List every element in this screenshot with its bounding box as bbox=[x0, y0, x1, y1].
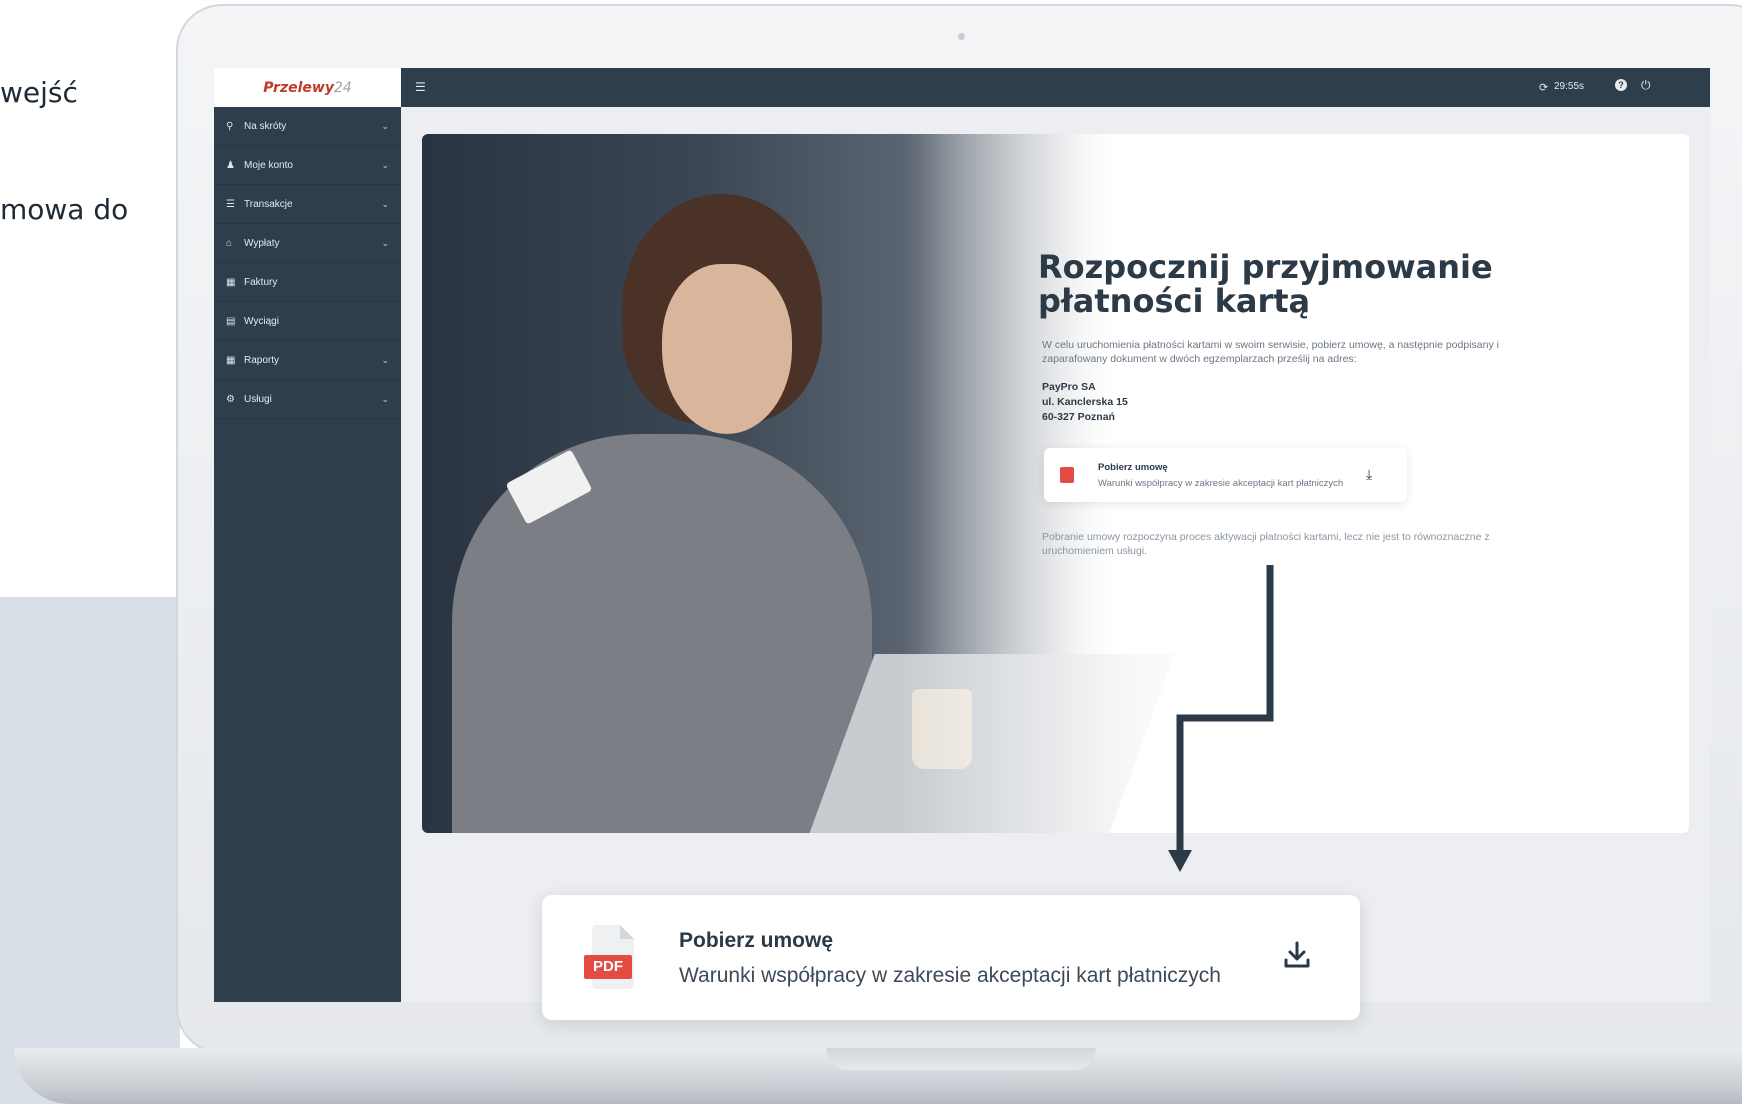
sidebar-item[interactable]: ▦ Faktury bbox=[214, 263, 401, 302]
sidebar-item-label: Raporty bbox=[244, 354, 280, 366]
background-panel bbox=[0, 597, 180, 1104]
calculator-icon: ▦ bbox=[226, 276, 236, 288]
background-text-line-1: wejść bbox=[0, 76, 78, 109]
address-street: ul. Kanclerska 15 bbox=[1042, 396, 1128, 408]
sidebar-item-label: Na skróty bbox=[244, 120, 287, 132]
map-marker-icon: ⚲ bbox=[226, 120, 234, 132]
sidebar-item[interactable]: ▦ Raporty ⌄ bbox=[214, 341, 401, 380]
address-city: 60-327 Poznań bbox=[1042, 411, 1115, 423]
refresh-icon[interactable]: ⟳ bbox=[1539, 81, 1548, 94]
sidebar-item[interactable]: ⌂ Wypłaty ⌄ bbox=[214, 224, 401, 263]
address-company: PayPro SA bbox=[1042, 381, 1096, 393]
user-icon: ♟ bbox=[226, 159, 235, 171]
sidebar: Przelewy24 ⚲ Na skróty ⌄ ♟ Moje konto ⌄ ☰ Trans… bbox=[214, 68, 401, 1002]
chevron-down-icon: ⌄ bbox=[381, 393, 389, 404]
chevron-down-icon: ⌄ bbox=[381, 237, 389, 248]
logo-box[interactable]: Przelewy24 bbox=[214, 68, 401, 107]
callout-subtitle: Warunki współpracy w zakresie akceptacji… bbox=[679, 964, 1221, 987]
main-card: Rozpocznij przyjmowanie płatności kartą … bbox=[422, 134, 1689, 833]
sidebar-item[interactable]: ⚙ Usługi ⌄ bbox=[214, 380, 401, 419]
chevron-down-icon: ⌄ bbox=[381, 120, 389, 131]
sidebar-item-label: Transakcje bbox=[244, 198, 293, 210]
list-icon: ☰ bbox=[226, 198, 235, 210]
download-title: Pobierz umowę bbox=[1098, 462, 1168, 473]
pdf-icon bbox=[1060, 467, 1074, 483]
download-subtitle: Warunki współpracy w zakresie akceptacji… bbox=[1098, 478, 1344, 489]
sidebar-item[interactable]: ☰ Transakcje ⌄ bbox=[214, 185, 401, 224]
cogs-icon: ⚙ bbox=[226, 393, 235, 405]
laptop-camera bbox=[958, 33, 965, 40]
session-timer: 29:55s bbox=[1554, 81, 1585, 92]
footnote-text: Pobranie umowy rozpoczyna proces aktywac… bbox=[1042, 531, 1490, 557]
bank-icon: ⌂ bbox=[226, 237, 233, 249]
laptop-screen: Przelewy24 ⚲ Na skróty ⌄ ♟ Moje konto ⌄ ☰ Trans… bbox=[214, 68, 1710, 1002]
sidebar-item-label: Wyciągi bbox=[244, 315, 279, 327]
sidebar-item[interactable]: ♟ Moje konto ⌄ bbox=[214, 146, 401, 185]
sidebar-item-label: Wypłaty bbox=[244, 237, 280, 249]
postal-address: PayPro SA ul. Kanclerska 15 60-327 Pozna… bbox=[1042, 380, 1128, 425]
table-icon: ▦ bbox=[226, 354, 236, 366]
chevron-down-icon: ⌄ bbox=[381, 159, 389, 170]
menu-toggle-icon[interactable]: ☰ bbox=[415, 80, 426, 94]
callout-title: Pobierz umowę bbox=[679, 929, 834, 952]
chevron-down-icon: ⌄ bbox=[381, 198, 389, 209]
chevron-down-icon: ⌄ bbox=[381, 354, 389, 365]
file-icon: ▤ bbox=[226, 315, 236, 327]
download-contract-button[interactable]: Pobierz umowę Warunki współpracy w zakre… bbox=[1044, 448, 1407, 502]
sidebar-item-label: Faktury bbox=[244, 276, 278, 288]
background-text-line-2: mowa do bbox=[0, 193, 129, 226]
sidebar-item[interactable]: ▤ Wyciągi bbox=[214, 302, 401, 341]
pdf-label: PDF bbox=[584, 955, 632, 979]
laptop-notch bbox=[826, 1048, 1096, 1070]
przelewy24-logo: Przelewy24 bbox=[263, 79, 352, 96]
sidebar-item-label: Usługi bbox=[244, 393, 272, 405]
intro-text: W celu uruchomienia płatności kartami w … bbox=[1042, 339, 1499, 365]
pdf-file-icon: PDF bbox=[584, 925, 634, 989]
logout-icon[interactable]: ⏻ bbox=[1641, 78, 1651, 93]
download-icon[interactable] bbox=[1282, 940, 1312, 970]
download-icon: ⤓ bbox=[1366, 466, 1373, 482]
download-contract-callout[interactable]: PDF Pobierz umowę Warunki współpracy w z… bbox=[542, 895, 1360, 1020]
help-icon[interactable]: ? bbox=[1615, 79, 1627, 91]
topbar: ☰ ⟳ 29:55s ? ⏻ bbox=[401, 68, 1710, 107]
page-title: Rozpocznij przyjmowanie płatności kartą bbox=[1038, 248, 1493, 320]
sidebar-item[interactable]: ⚲ Na skróty ⌄ bbox=[214, 107, 401, 146]
sidebar-item-label: Moje konto bbox=[244, 159, 293, 171]
